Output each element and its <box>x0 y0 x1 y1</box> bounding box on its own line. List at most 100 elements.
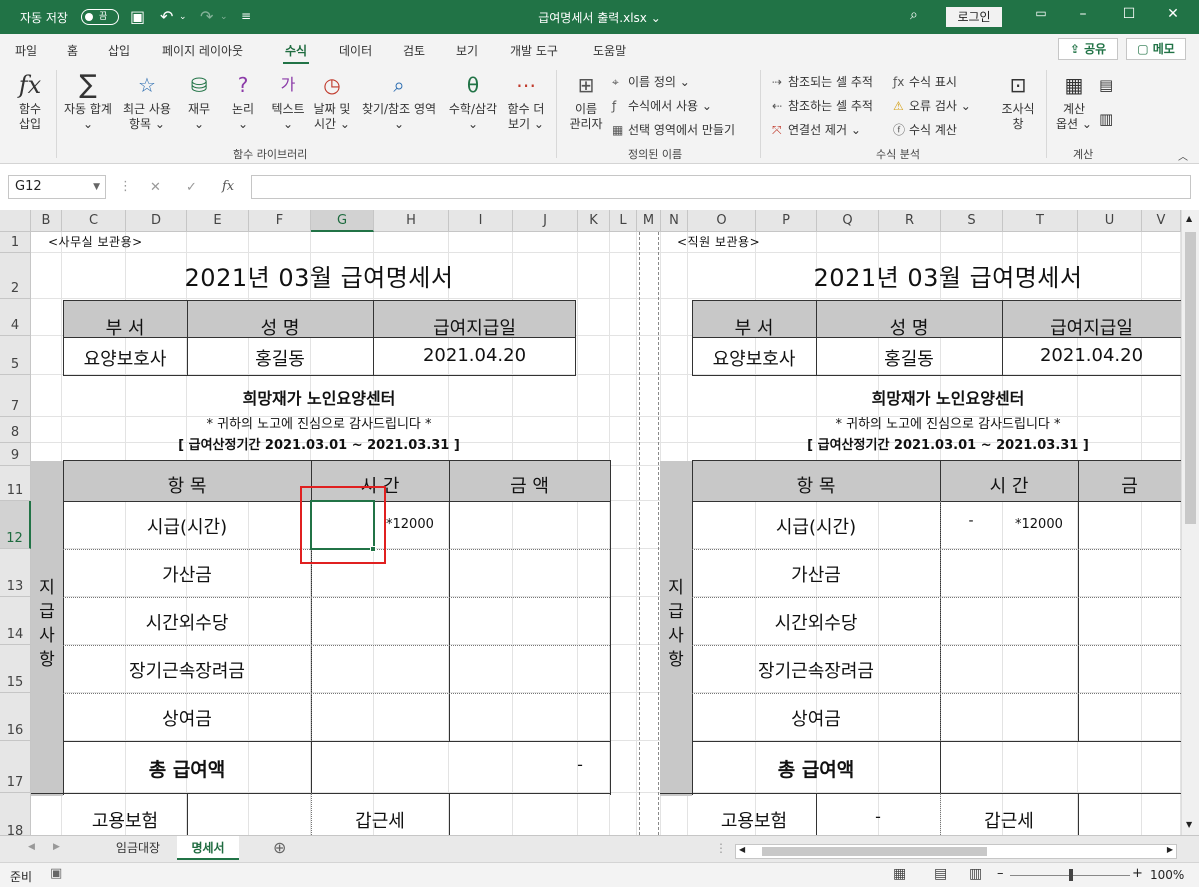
row-header-9[interactable]: 9 <box>0 443 31 466</box>
prev-sheet-icon[interactable]: ◀ <box>28 842 35 852</box>
autosum-button[interactable]: ∑ 자동 합계 ⌄ <box>60 72 116 132</box>
row-header-14[interactable]: 14 <box>0 597 31 645</box>
horizontal-scroll-thumb[interactable] <box>762 847 987 856</box>
column-header-r[interactable]: R <box>879 210 941 232</box>
column-header-i[interactable]: I <box>449 210 513 232</box>
column-header-e[interactable]: E <box>187 210 249 232</box>
undo-icon[interactable]: ↶ <box>160 7 173 26</box>
row-header-8[interactable]: 8 <box>0 417 31 443</box>
scroll-right-icon[interactable]: ▶ <box>1167 845 1173 854</box>
tab-file[interactable]: 파일 <box>15 42 37 59</box>
tab-help[interactable]: 도움말 <box>593 42 626 59</box>
page-layout-view-icon[interactable]: ▤ <box>934 866 947 882</box>
column-header-p[interactable]: P <box>756 210 817 232</box>
row-header-4[interactable]: 4 <box>0 299 31 336</box>
sheet-tab-wage-ledger[interactable]: 임금대장 <box>103 836 173 860</box>
tab-developer[interactable]: 개발 도구 <box>510 42 558 59</box>
create-from-selection-button[interactable]: ▦ 선택 영역에서 만들기 <box>612 121 735 138</box>
row-header-18[interactable]: 18 <box>0 793 31 835</box>
row-header-16[interactable]: 16 <box>0 693 31 741</box>
column-header-g[interactable]: G <box>311 210 374 232</box>
login-button[interactable]: 로그인 <box>946 7 1002 27</box>
document-title[interactable]: 급여명세서 출력.xlsx <box>538 11 647 25</box>
use-in-formula-button[interactable]: ƒ 수식에서 사용 ⌄ <box>612 97 712 114</box>
row-header-11[interactable]: 11 <box>0 466 31 501</box>
save-icon[interactable]: ▣ <box>130 7 145 26</box>
recently-used-button[interactable]: ☆ 최근 사용 항목 ⌄ <box>119 72 175 132</box>
name-box[interactable]: G12 ▼ <box>8 175 106 199</box>
column-header-u[interactable]: U <box>1078 210 1142 232</box>
calculation-options-button[interactable]: ▦ 계산 옵션 ⌄ <box>1052 72 1096 132</box>
close-button[interactable]: ✕ <box>1158 6 1188 22</box>
tab-split-handle-icon[interactable]: ⋮ <box>715 841 727 855</box>
comments-button[interactable]: ▢ 메모 <box>1126 38 1186 60</box>
scroll-up-icon[interactable]: ▲ <box>1186 214 1192 223</box>
column-header-m[interactable]: M <box>637 210 661 232</box>
row-header-13[interactable]: 13 <box>0 549 31 597</box>
worksheet-grid[interactable]: BCDEFGHIJKLMNOPQRSTUV 1 2 4 5 7 8 9 11 12 13 14 15 1… <box>0 210 1199 835</box>
date-time-button[interactable]: ◷ 날짜 및 시간 ⌄ <box>310 72 354 132</box>
scroll-left-icon[interactable]: ◀ <box>739 845 745 854</box>
sheet-tab-payslip[interactable]: 명세서 <box>177 836 239 860</box>
zoom-slider-thumb[interactable] <box>1069 869 1073 881</box>
minimize-button[interactable]: – <box>1068 6 1098 22</box>
select-all-corner[interactable] <box>0 210 31 232</box>
calculate-now-icon[interactable]: ▤ <box>1099 76 1113 94</box>
cancel-icon[interactable]: ✕ <box>150 180 161 195</box>
insert-function-icon[interactable]: fx <box>222 179 234 194</box>
collapse-ribbon-icon[interactable]: ︿ <box>1178 148 1188 163</box>
undo-dropdown-icon[interactable]: ⌄ <box>179 12 187 22</box>
column-header-h[interactable]: H <box>374 210 449 232</box>
enter-icon[interactable]: ✓ <box>186 180 197 195</box>
error-checking-button[interactable]: ⚠ 오류 검사 ⌄ <box>893 97 971 114</box>
tab-home[interactable]: 홈 <box>67 42 78 59</box>
evaluate-formula-button[interactable]: ⓕ 수식 계산 <box>893 121 957 138</box>
watch-window-button[interactable]: ⊡ 조사식 창 <box>996 72 1040 132</box>
row-header-15[interactable]: 15 <box>0 645 31 693</box>
column-header-s[interactable]: S <box>941 210 1003 232</box>
page-break-view-icon[interactable]: ▥ <box>969 866 982 882</box>
redo-dropdown-icon[interactable]: ⌄ <box>220 12 228 22</box>
row-header-12[interactable]: 12 <box>0 501 31 549</box>
column-header-c[interactable]: C <box>62 210 126 232</box>
column-header-v[interactable]: V <box>1142 210 1181 232</box>
scroll-down-icon[interactable]: ▼ <box>1186 820 1192 829</box>
zoom-out-icon[interactable]: – <box>997 866 1004 881</box>
text-functions-button[interactable]: 가 텍스트 ⌄ <box>266 72 310 132</box>
search-icon[interactable]: ⌕ <box>910 7 918 23</box>
vertical-scrollbar[interactable]: ▲ ▼ <box>1181 210 1199 835</box>
tab-view[interactable]: 보기 <box>456 42 478 59</box>
column-header-j[interactable]: J <box>513 210 578 232</box>
horizontal-scrollbar[interactable]: ◀ ▶ <box>735 844 1177 859</box>
column-header-q[interactable]: Q <box>817 210 879 232</box>
tab-formulas[interactable]: 수식 <box>282 42 310 65</box>
column-header-o[interactable]: O <box>688 210 756 232</box>
column-header-l[interactable]: L <box>610 210 637 232</box>
row-header-17[interactable]: 17 <box>0 741 31 793</box>
normal-view-icon[interactable]: ▦ <box>893 866 906 882</box>
name-box-dropdown-icon[interactable]: ▼ <box>93 176 100 198</box>
column-header-k[interactable]: K <box>578 210 610 232</box>
share-button[interactable]: ⇪ 공유 <box>1058 38 1118 60</box>
zoom-level[interactable]: 100% <box>1150 868 1184 882</box>
trace-precedents-button[interactable]: ⇢ 참조되는 셀 추적 <box>772 73 873 90</box>
column-header-f[interactable]: F <box>249 210 311 232</box>
show-formulas-button[interactable]: ƒx 수식 표시 <box>893 73 957 90</box>
vertical-scroll-thumb[interactable] <box>1185 232 1196 524</box>
formula-input[interactable] <box>251 175 1191 199</box>
logical-button[interactable]: ? 논리 ⌄ <box>224 72 262 132</box>
customize-qat-icon[interactable]: ≡ <box>241 9 251 23</box>
remove-arrows-button[interactable]: ⤧ 연결선 제거 ⌄ <box>772 121 861 138</box>
column-header-b[interactable]: B <box>31 210 62 232</box>
next-sheet-icon[interactable]: ▶ <box>53 842 60 852</box>
column-header-t[interactable]: T <box>1003 210 1078 232</box>
add-sheet-icon[interactable]: ⊕ <box>273 838 286 857</box>
lookup-reference-button[interactable]: ⌕ 찾기/참조 영역 ⌄ <box>356 72 442 132</box>
row-header-5[interactable]: 5 <box>0 336 31 375</box>
insert-function-button[interactable]: fx 함수 삽입 <box>10 72 50 132</box>
financial-button[interactable]: ⛁ 재무 ⌄ <box>180 72 218 132</box>
column-header-n[interactable]: N <box>661 210 688 232</box>
calculate-sheet-icon[interactable]: ▥ <box>1099 110 1113 128</box>
name-manager-button[interactable]: ⊞ 이름 관리자 <box>564 72 608 132</box>
column-header-d[interactable]: D <box>126 210 187 232</box>
